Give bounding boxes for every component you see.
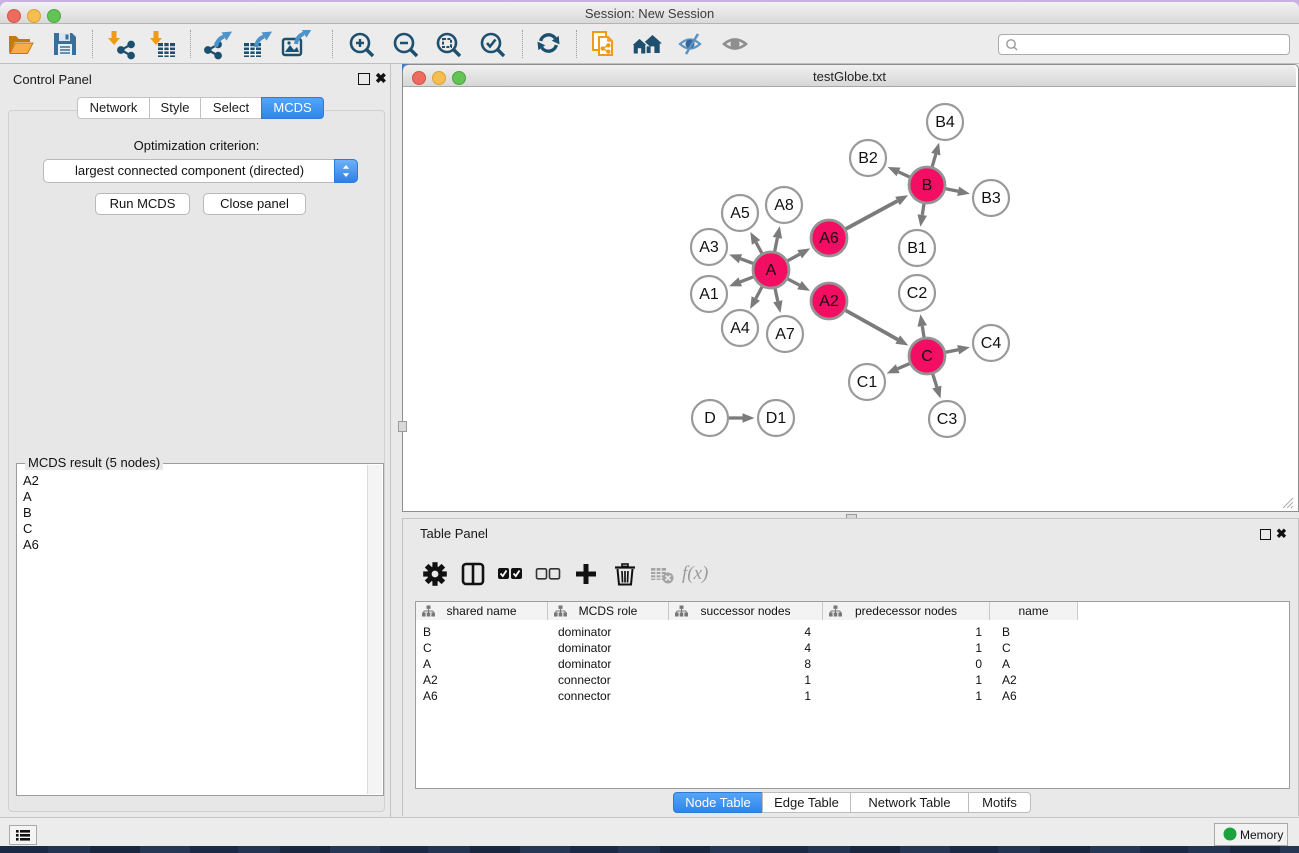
svg-text:A8: A8 (774, 197, 794, 214)
svg-text:B1: B1 (907, 240, 927, 257)
svg-text:C1: C1 (857, 374, 878, 391)
svg-text:B: B (922, 177, 933, 194)
svg-text:A1: A1 (699, 286, 719, 303)
svg-text:C4: C4 (981, 335, 1002, 352)
svg-text:D: D (704, 410, 716, 427)
svg-text:A3: A3 (699, 239, 719, 256)
svg-text:A: A (766, 262, 777, 279)
svg-text:A5: A5 (730, 205, 750, 222)
svg-text:B3: B3 (981, 190, 1001, 207)
svg-text:A7: A7 (775, 326, 795, 343)
svg-text:A6: A6 (819, 230, 839, 247)
svg-text:C2: C2 (907, 285, 928, 302)
svg-text:A4: A4 (730, 320, 750, 337)
svg-text:C3: C3 (937, 411, 958, 428)
svg-text:D1: D1 (766, 410, 787, 427)
svg-text:B4: B4 (935, 114, 955, 131)
svg-text:B2: B2 (858, 150, 878, 167)
svg-text:A2: A2 (819, 293, 839, 310)
svg-text:C: C (921, 348, 933, 365)
